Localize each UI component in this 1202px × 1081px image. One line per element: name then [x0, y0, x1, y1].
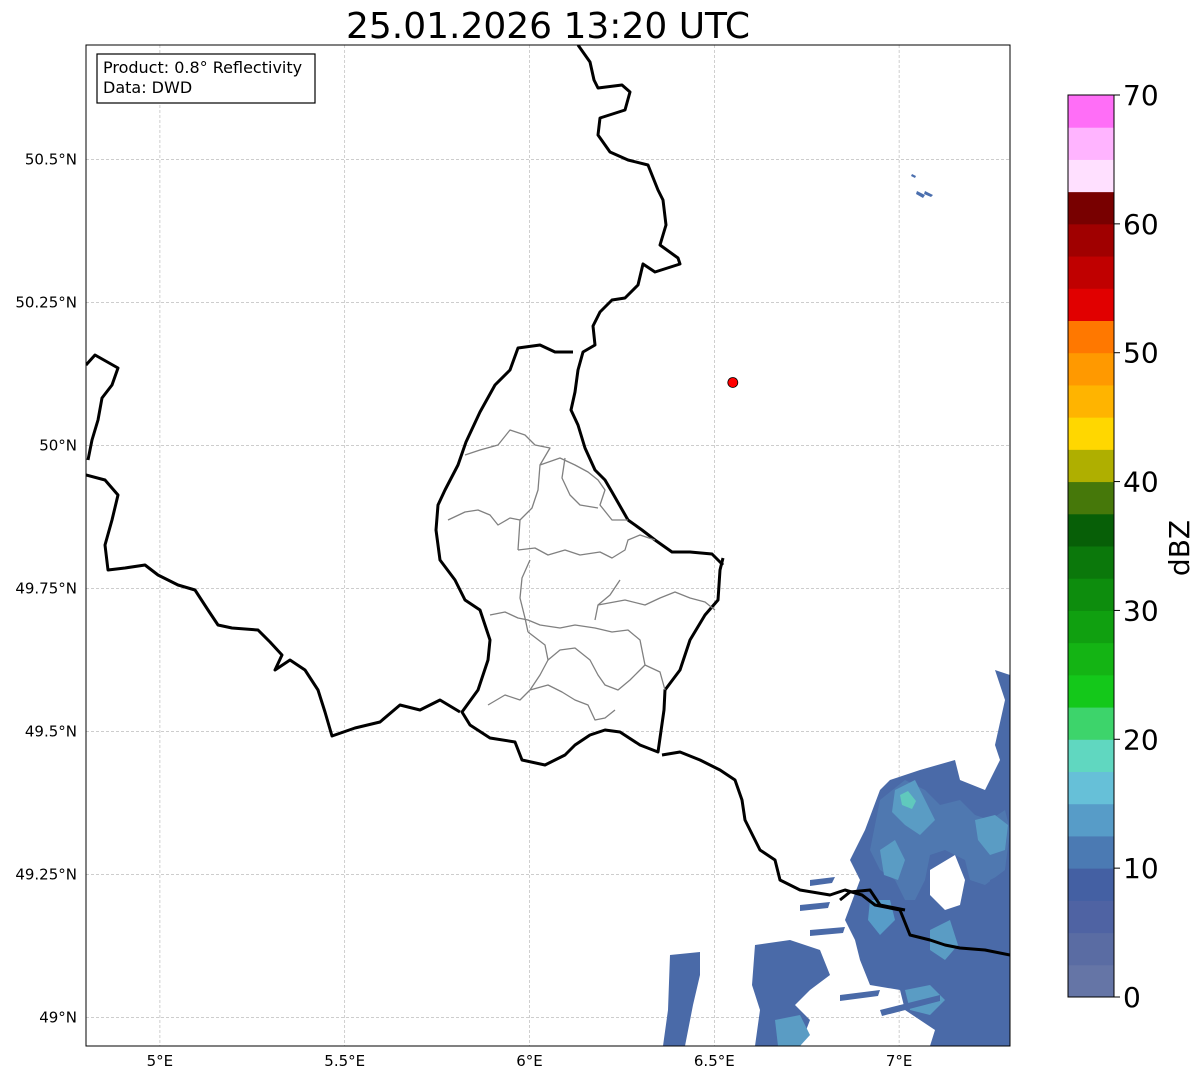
lon-tick-label: 6°E [516, 1052, 543, 1070]
colorbar-tick-label: 70 [1123, 79, 1159, 112]
radar-figure: 25.01.2026 13:20 UTC 5°E 5.5°E 6°E 6.5°E… [15, 6, 1196, 1070]
colorbar-segment [1068, 223, 1114, 257]
colorbar-tick-label: 60 [1123, 208, 1159, 241]
lat-tick-label: 49.75°N [15, 579, 77, 597]
colorbar-segment [1068, 127, 1114, 160]
colorbar-segment [1068, 835, 1114, 869]
colorbar-segment [1068, 513, 1114, 547]
colorbar-segment [1068, 481, 1114, 515]
colorbar-unit-label: dBZ [1163, 520, 1196, 576]
info-box: Product: 0.8° Reflectivity Data: DWD [96, 53, 316, 104]
colorbar-segment [1068, 417, 1114, 450]
colorbar-segment [1068, 256, 1114, 289]
colorbar-segment [1068, 964, 1114, 998]
lat-tick-label: 50.25°N [15, 293, 77, 311]
lat-tick-label: 49.5°N [25, 722, 77, 740]
map-title: 25.01.2026 13:20 UTC [346, 6, 750, 47]
colorbar-segment [1068, 352, 1114, 386]
longitude-ticks: 5°E 5.5°E 6°E 6.5°E 7°E [147, 1052, 913, 1070]
lat-tick-label: 50°N [39, 436, 77, 454]
colorbar-tick-label: 30 [1123, 594, 1159, 627]
info-product: Product: 0.8° Reflectivity [103, 58, 302, 77]
colorbar [1067, 94, 1115, 998]
lat-tick-label: 50.5°N [25, 150, 77, 168]
radar-site-marker [727, 377, 739, 388]
colorbar-ticks: 0 10 20 30 40 50 60 70 [1114, 79, 1159, 1014]
colorbar-segment [1068, 159, 1114, 193]
colorbar-segment [1068, 191, 1114, 225]
colorbar-segment [1068, 546, 1114, 579]
lon-tick-label: 5.5°E [324, 1052, 365, 1070]
info-data-source: Data: DWD [103, 78, 192, 97]
colorbar-segment [1068, 384, 1114, 418]
colorbar-tick-label: 40 [1123, 466, 1159, 499]
colorbar-segment [1068, 674, 1114, 708]
colorbar-tick-label: 0 [1123, 981, 1141, 1014]
lon-tick-label: 5°E [147, 1052, 174, 1070]
colorbar-segment [1068, 320, 1114, 354]
colorbar-segment [1068, 288, 1114, 321]
colorbar-segment [1068, 642, 1114, 676]
colorbar-tick-label: 50 [1123, 337, 1159, 370]
latitude-ticks: 50.5°N 50.25°N 50°N 49.75°N 49.5°N 49.25°N 49°… [15, 150, 77, 1026]
colorbar-segment [1068, 868, 1114, 901]
colorbar-segment [1068, 449, 1114, 483]
colorbar-segment [1068, 578, 1114, 611]
colorbar-segment [1068, 771, 1114, 805]
colorbar-tick-label: 10 [1123, 852, 1159, 885]
colorbar-segment [1068, 707, 1114, 740]
colorbar-tick-label: 20 [1123, 723, 1159, 756]
colorbar-segment [1068, 95, 1114, 128]
colorbar-segment [1068, 803, 1114, 837]
lat-tick-label: 49.25°N [15, 865, 77, 883]
colorbar-segment [1068, 932, 1114, 966]
colorbar-segment [1068, 900, 1114, 934]
colorbar-segment [1068, 739, 1114, 772]
lon-tick-label: 6.5°E [694, 1052, 735, 1070]
lat-tick-label: 49°N [39, 1008, 77, 1026]
lon-tick-label: 7°E [886, 1052, 913, 1070]
colorbar-segment [1068, 610, 1114, 644]
